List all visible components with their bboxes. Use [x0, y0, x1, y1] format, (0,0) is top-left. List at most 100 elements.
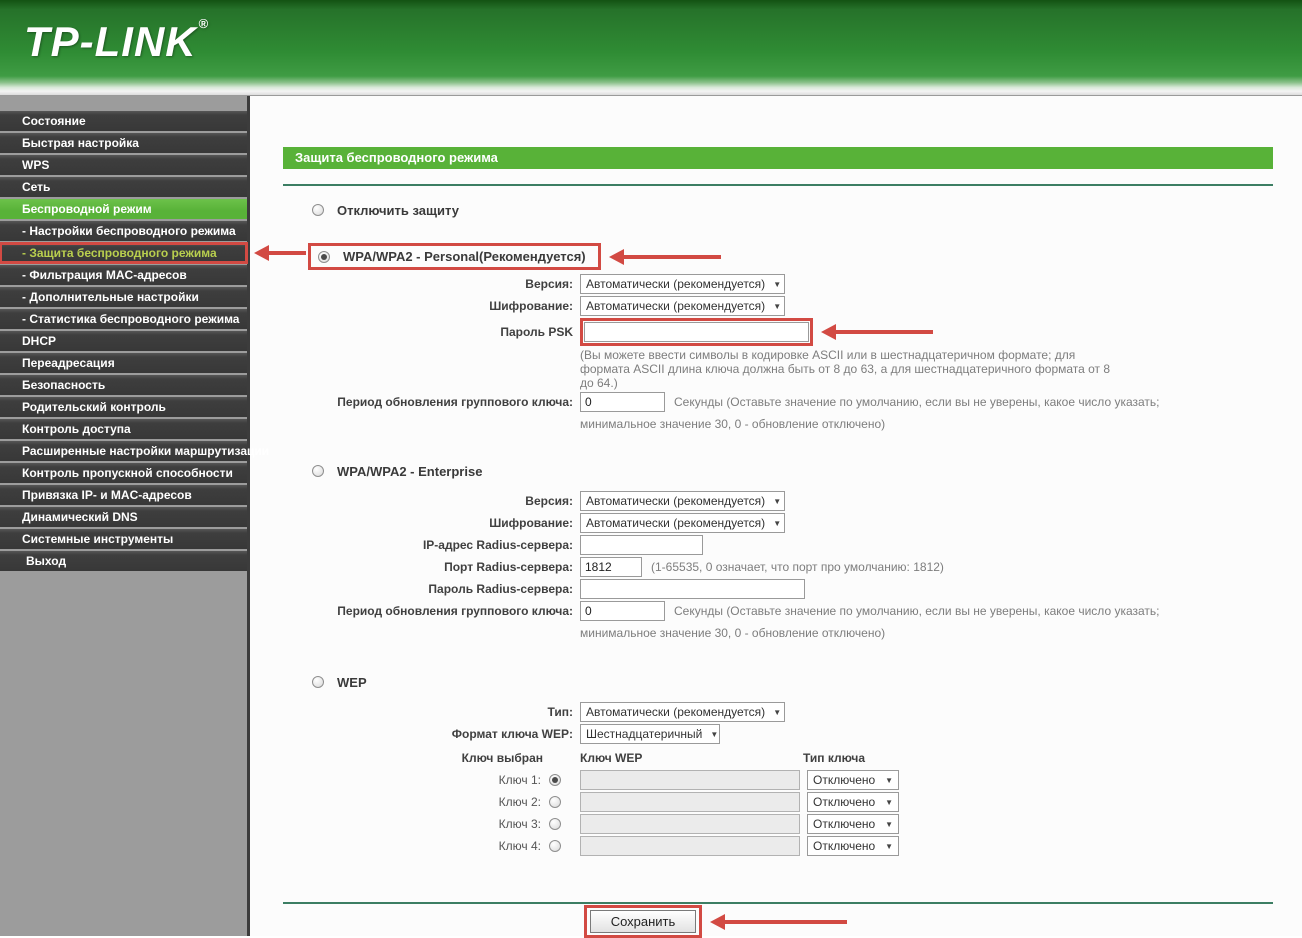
wep-key4-radio[interactable] [549, 840, 561, 852]
wpa-personal-radio[interactable] [318, 250, 330, 263]
sidebar-item-label: DHCP [22, 334, 57, 348]
sidebar-item-logout[interactable]: Выход [0, 551, 247, 571]
radius-password-input[interactable] [580, 579, 805, 599]
sidebar-item-network[interactable]: Сеть [0, 177, 247, 197]
sidebar-item-quick-setup[interactable]: Быстрая настройка [0, 133, 247, 153]
wireless-security-form: Отключить защиту WPA/WPA2 - Personal(Рек… [283, 199, 1278, 938]
wep-key2-radio[interactable] [549, 796, 561, 808]
wpa-enterprise-version-select[interactable]: Автоматически (рекомендуется) ▼ [580, 491, 785, 511]
radius-port-input[interactable] [580, 557, 642, 577]
annotation-arrow-sidebar [254, 245, 306, 261]
registered-mark: ® [198, 16, 210, 31]
radius-ip-input[interactable] [580, 535, 703, 555]
wpa-enterprise-group-key-hint: Секунды (Оставьте значение по умолчанию,… [674, 604, 1160, 618]
wep-option[interactable]: WEP [312, 671, 1278, 693]
sidebar-item-dhcp[interactable]: DHCP [0, 331, 247, 351]
sidebar-item-label: Безопасность [22, 378, 106, 392]
sidebar-item-system-tools[interactable]: Системные инструменты [0, 529, 247, 549]
wep-key1-radio[interactable] [549, 774, 561, 786]
sidebar-item-label: Динамический DNS [22, 510, 138, 524]
chevron-down-icon: ▼ [773, 518, 782, 528]
disable-security-option[interactable]: Отключить защиту [312, 199, 1278, 221]
save-button[interactable]: Сохранить [589, 910, 697, 933]
wep-key3-type-select[interactable]: Отключено ▼ [807, 814, 899, 834]
wep-col-selected: Ключ выбран [461, 751, 543, 765]
radius-port-hint: (1-65535, 0 означает, что порт про умолч… [651, 560, 944, 574]
wpa-enterprise-option[interactable]: WPA/WPA2 - Enterprise [312, 460, 1278, 482]
sidebar-item-label: - Настройки беспроводного режима [22, 224, 236, 238]
sidebar-item-advanced-routing[interactable]: Расширенные настройки маршрутизации [0, 441, 269, 461]
sidebar-item-bandwidth-control[interactable]: Контроль пропускной способности [0, 463, 247, 483]
sidebar-item-label: Родительский контроль [22, 400, 166, 414]
wep-label: WEP [337, 674, 367, 690]
wep-key2-type-select[interactable]: Отключено ▼ [807, 792, 899, 812]
wep-format-select[interactable]: Шестнадцатеричный ▼ [580, 724, 720, 744]
annotation-box-psk-password [580, 318, 813, 346]
wpa-enterprise-version-value: Автоматически (рекомендуется) [586, 494, 766, 508]
sidebar-item-wireless-security[interactable]: - Защита беспроводного режима [0, 242, 306, 264]
wpa-personal-version-value: Автоматически (рекомендуется) [586, 277, 766, 291]
wpa-enterprise-encryption-select[interactable]: Автоматически (рекомендуется) ▼ [580, 513, 785, 533]
disable-security-radio[interactable] [312, 204, 324, 216]
sidebar-item-wireless-settings[interactable]: - Настройки беспроводного режима [0, 221, 247, 241]
wep-type-value: Автоматически (рекомендуется) [586, 705, 766, 719]
sidebar-item-security[interactable]: Безопасность [0, 375, 247, 395]
wep-key2-input [580, 792, 800, 812]
sidebar-item-wireless-statistics[interactable]: - Статистика беспроводного режима [0, 309, 247, 329]
sidebar-item-ip-mac-binding[interactable]: Привязка IP- и MAC-адресов [0, 485, 247, 505]
wep-type-select[interactable]: Автоматически (рекомендуется) ▼ [580, 702, 785, 722]
wep-key3-input [580, 814, 800, 834]
wpa-personal-group-key-hint: Секунды (Оставьте значение по умолчанию,… [674, 395, 1160, 409]
sidebar-item-wireless[interactable]: Беспроводной режим [0, 199, 247, 219]
sidebar-item-label: Привязка IP- и MAC-адресов [22, 488, 192, 502]
sidebar-item-label: - Фильтрация MAC-адресов [22, 268, 187, 282]
wpa-enterprise-group-key-input[interactable] [580, 601, 665, 621]
wep-key3-label: Ключ 3: [498, 817, 541, 831]
sidebar-item-label: Быстрая настройка [22, 136, 139, 150]
wpa-enterprise-radio[interactable] [312, 465, 324, 477]
sidebar-item-dynamic-dns[interactable]: Динамический DNS [0, 507, 247, 527]
wep-radio[interactable] [312, 676, 324, 688]
annotation-arrow-psk-password [821, 324, 933, 340]
annotation-arrow-save [710, 913, 848, 930]
chevron-down-icon: ▼ [885, 819, 893, 829]
chevron-down-icon: ▼ [773, 279, 782, 289]
wpa-personal-version-select[interactable]: Автоматически (рекомендуется) ▼ [580, 274, 785, 294]
wep-key4-type-value: Отключено [813, 839, 876, 853]
tp-link-logo: TP-LINK ® [24, 16, 209, 66]
annotation-box-save: Сохранить [583, 905, 703, 938]
wep-col-type: Тип ключа [803, 751, 866, 765]
brand-name: TP-LINK [24, 18, 197, 65]
sidebar-item-forwarding[interactable]: Переадресация [0, 353, 247, 373]
sidebar-item-advanced-wireless[interactable]: - Дополнительные настройки [0, 287, 247, 307]
wep-key2-label: Ключ 2: [498, 795, 541, 809]
chevron-down-icon: ▼ [710, 729, 719, 739]
sidebar-item-parental-control[interactable]: Родительский контроль [0, 397, 247, 417]
wpa-enterprise-group-key-label: Период обновления группового ключа: [337, 604, 573, 618]
sidebar-item-label: Системные инструменты [22, 532, 174, 546]
sidebar-item-label: Расширенные настройки маршрутизации [22, 444, 270, 458]
sidebar-item-label: Контроль доступа [22, 422, 131, 436]
chevron-down-icon: ▼ [885, 775, 893, 785]
wep-key1-type-select[interactable]: Отключено ▼ [807, 770, 899, 790]
psk-password-input[interactable] [584, 322, 809, 342]
wpa-personal-option[interactable]: WPA/WPA2 - Personal(Рекомендуется) [308, 243, 1278, 270]
sidebar-item-mac-filtering[interactable]: - Фильтрация MAC-адресов [0, 265, 247, 285]
wpa-personal-group-key-input[interactable] [580, 392, 665, 412]
wpa-personal-version-label: Версия: [525, 277, 573, 291]
wpa-personal-encryption-select[interactable]: Автоматически (рекомендуется) ▼ [580, 296, 785, 316]
sidebar-item-label: Сеть [22, 180, 51, 194]
chevron-down-icon: ▼ [885, 841, 893, 851]
sidebar-item-wps[interactable]: WPS [0, 155, 247, 175]
wep-key4-input [580, 836, 800, 856]
wep-key3-radio[interactable] [549, 818, 561, 830]
wpa-enterprise-encryption-value: Автоматически (рекомендуется) [586, 516, 766, 530]
wep-key4-type-select[interactable]: Отключено ▼ [807, 836, 899, 856]
annotation-box-wpa-personal: WPA/WPA2 - Personal(Рекомендуется) [308, 243, 601, 270]
sidebar-item-access-control[interactable]: Контроль доступа [0, 419, 247, 439]
wpa-personal-encryption-label: Шифрование: [489, 299, 573, 313]
sidebar-item-label: Беспроводной режим [22, 202, 152, 216]
wep-key4-label: Ключ 4: [498, 839, 541, 853]
annotation-arrow-wpa-personal [608, 248, 721, 265]
sidebar-item-status[interactable]: Состояние [0, 111, 247, 131]
